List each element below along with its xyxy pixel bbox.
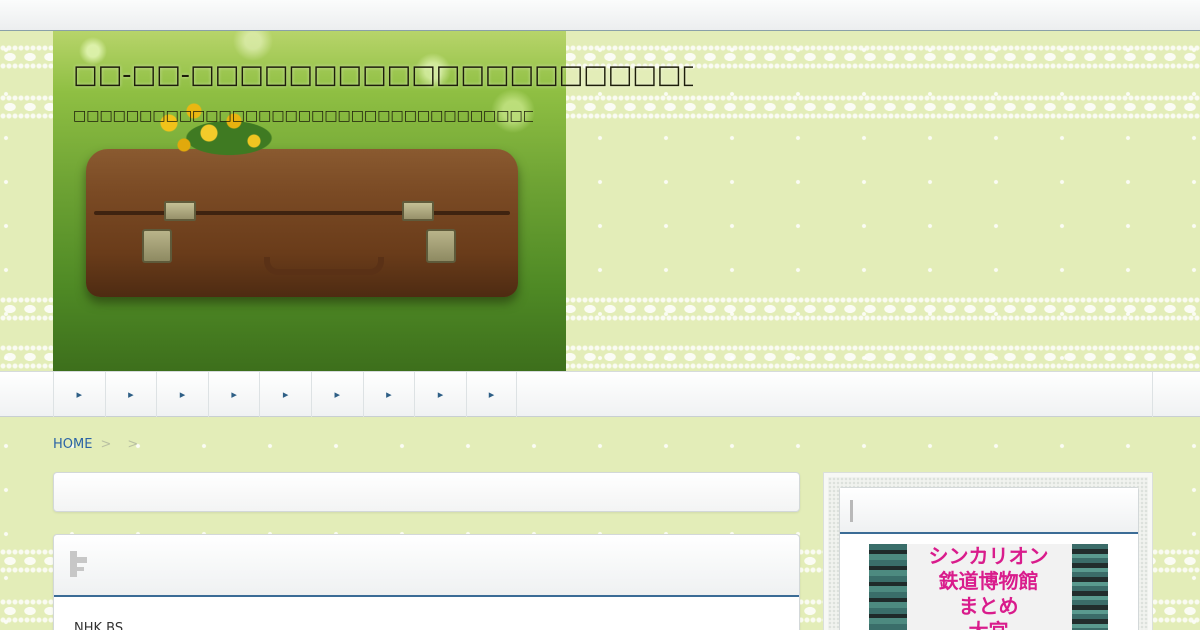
- grass-background: [53, 31, 566, 151]
- banner-line: シンカリオン: [928, 544, 1049, 568]
- nav-item[interactable]: ▸: [104, 372, 157, 417]
- breadcrumb-separator: >: [127, 437, 139, 452]
- site-title[interactable]: □□-□□-□□□□□□□□□□□□□□□□□□□□□□□□□□□□□□□□□□…: [73, 60, 693, 90]
- post-icon: [70, 551, 87, 577]
- shinkalion-banner[interactable]: シンカリオン 鉄道博物館 まとめ 大宮: [869, 544, 1108, 630]
- flower-bouquet: [139, 93, 299, 163]
- nav-item[interactable]: ▸: [362, 372, 415, 417]
- nav-item[interactable]: ▸: [207, 372, 260, 417]
- banner-line: 鉄道博物館: [938, 569, 1039, 593]
- global-nav: ▸ ▸ ▸ ▸ ▸ ▸ ▸ ▸ ▸: [0, 371, 1200, 417]
- banner-line: まとめ: [958, 594, 1019, 618]
- breadcrumb-separator: >: [100, 437, 112, 452]
- post-header: [54, 535, 799, 597]
- nav-item[interactable]: ▸: [465, 372, 518, 417]
- suitcase-illustration: [86, 149, 518, 297]
- nav-item[interactable]: ▸: [53, 372, 105, 417]
- sidebar-widget: シンカリオン 鉄道博物館 まとめ 大宮: [839, 487, 1139, 630]
- post-card: NHK BS: [53, 534, 800, 630]
- breadcrumb: HOME > >: [53, 437, 146, 452]
- sidebar: シンカリオン 鉄道博物館 まとめ 大宮: [823, 472, 1153, 630]
- site-description: □□□□□□□□□□□□□□□□□□□□□□□□□□□□□□□□□□□□□□□□…: [73, 108, 533, 124]
- nav-item[interactable]: ▸: [156, 372, 208, 417]
- post-excerpt: NHK BS: [74, 621, 124, 630]
- top-bar: [0, 0, 1200, 31]
- breadcrumb-home-link[interactable]: HOME: [53, 437, 92, 452]
- nav-item[interactable]: ▸: [259, 372, 311, 417]
- widget-header: [840, 488, 1138, 534]
- content-panel: [53, 472, 800, 512]
- nav-item[interactable]: ▸: [310, 372, 363, 417]
- nav-item[interactable]: ▸: [414, 372, 466, 417]
- banner-line: 大宮: [869, 619, 1108, 630]
- widget-title-bar: [850, 500, 853, 522]
